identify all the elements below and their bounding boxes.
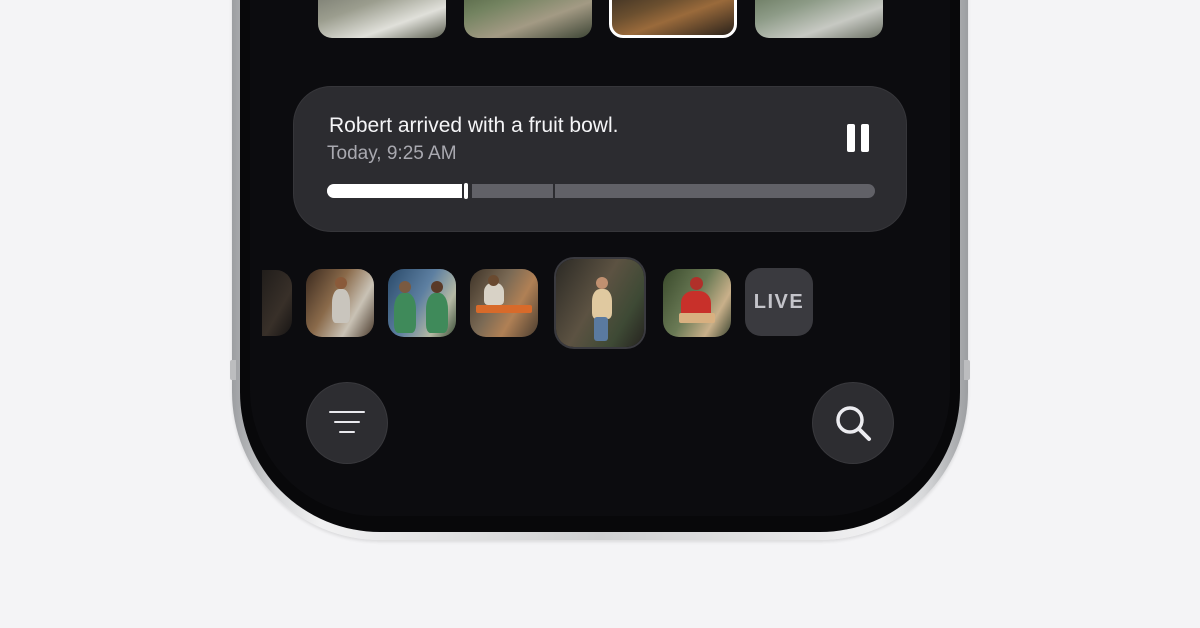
camera-thumbnail[interactable] xyxy=(755,0,883,38)
clip-figure-head xyxy=(488,275,499,286)
clip-figure-head xyxy=(690,277,703,290)
clip-figure xyxy=(332,289,350,323)
live-button[interactable]: LIVE xyxy=(745,268,813,336)
event-title: Robert arrived with a fruit bowl. xyxy=(329,114,619,137)
playback-scrubber[interactable] xyxy=(327,183,875,199)
clip-figure xyxy=(394,293,416,333)
timeline-clip[interactable] xyxy=(306,269,374,337)
filter-button[interactable] xyxy=(306,382,388,464)
clip-figure-head xyxy=(596,277,608,289)
search-icon xyxy=(836,406,871,441)
clip-table xyxy=(476,305,532,313)
camera-thumbnail[interactable] xyxy=(318,0,446,38)
phone-side-button xyxy=(964,360,970,380)
timeline-clip-current[interactable] xyxy=(556,259,644,347)
pause-icon[interactable] xyxy=(841,122,875,156)
clip-figure-head xyxy=(335,277,347,289)
filter-icon-line xyxy=(334,421,360,423)
scrubber-progress xyxy=(327,184,462,198)
clip-figure xyxy=(426,293,448,333)
clip-figure-head xyxy=(431,281,443,293)
search-button[interactable] xyxy=(812,382,894,464)
event-card[interactable]: Robert arrived with a fruit bowl. Today,… xyxy=(293,86,907,232)
filter-icon-line xyxy=(339,431,355,433)
playhead[interactable] xyxy=(464,183,468,199)
marketing-scene: Robert arrived with a fruit bowl. Today,… xyxy=(0,0,1200,628)
camera-thumbnail[interactable] xyxy=(464,0,592,38)
camera-thumbnail-selected[interactable] xyxy=(609,0,737,38)
scrubber-segment xyxy=(472,184,553,198)
timeline-clip[interactable] xyxy=(262,270,292,336)
clip-figure xyxy=(592,289,612,319)
clip-figure xyxy=(484,283,504,305)
filter-icon-line xyxy=(329,411,365,413)
timeline-clip[interactable] xyxy=(470,269,538,337)
pause-bar xyxy=(847,124,855,152)
phone-side-button-left xyxy=(230,360,236,380)
clip-figure-head xyxy=(399,281,411,293)
pause-bar xyxy=(861,124,869,152)
timeline-clip[interactable] xyxy=(663,269,731,337)
scrubber-segment xyxy=(555,184,875,198)
clip-figure-legs xyxy=(594,317,608,341)
event-time: Today, 9:25 AM xyxy=(327,143,457,164)
clip-box xyxy=(679,313,715,323)
timeline-clip[interactable] xyxy=(388,269,456,337)
